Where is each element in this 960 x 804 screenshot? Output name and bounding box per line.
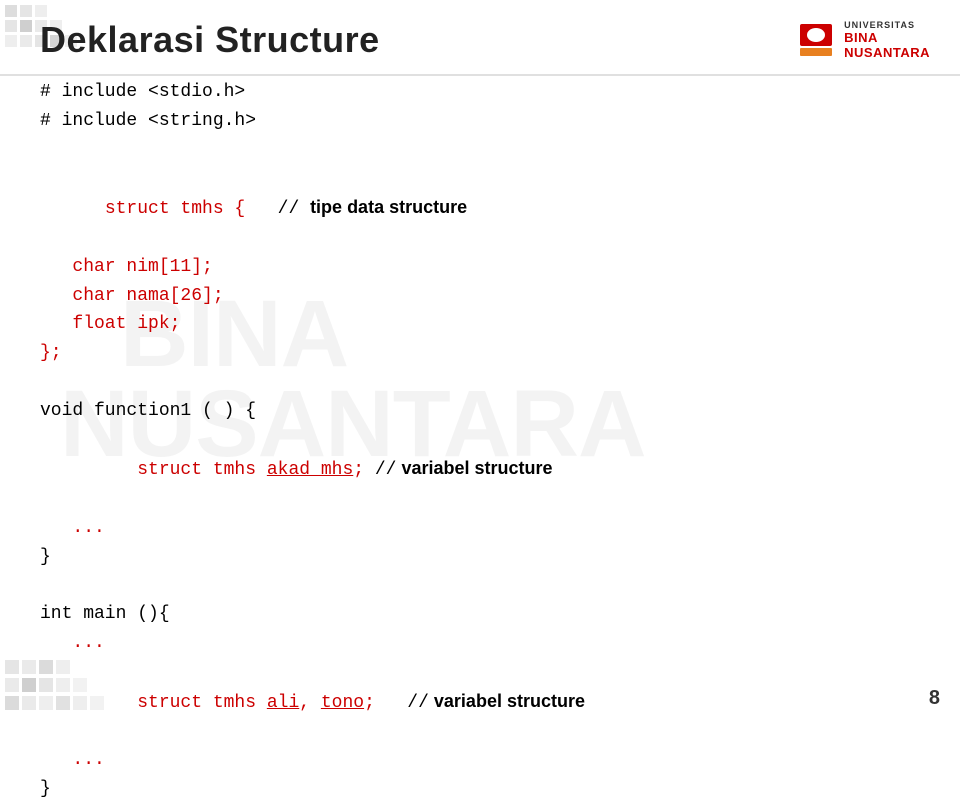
logo-universitas-label: UNIVERSITAS — [844, 20, 915, 30]
code-line-4: struct tmhs { // tipe data structure — [40, 164, 920, 252]
header: Deklarasi Structure UNIVERSITAS BINA NUS… — [0, 6, 960, 76]
code-line-17: struct tmhs ali, tono; // variabel struc… — [40, 658, 920, 746]
code-comment-slash-3: // — [375, 693, 429, 713]
code-semicolon-2: ; — [364, 693, 375, 713]
page-number: 8 — [929, 687, 940, 710]
code-line-16: ... — [40, 629, 920, 658]
code-line-12: ... — [40, 514, 920, 543]
code-tipe-data-comment: tipe data structure — [310, 197, 467, 217]
code-variabel-comment-1: variabel structure — [396, 458, 552, 478]
logo-text: UNIVERSITAS BINA NUSANTARA — [844, 20, 930, 60]
code-line-2: # include <string.h> — [40, 107, 920, 136]
code-semicolon-1: ; — [353, 460, 364, 480]
code-line-7: float ipk; — [40, 310, 920, 339]
code-line-15: int main (){ — [40, 600, 920, 629]
code-line-19: } — [40, 775, 920, 804]
code-comment-slash: // — [245, 199, 310, 219]
logo-nusantara-label: NUSANTARA — [844, 45, 930, 60]
code-block: # include <stdio.h> # include <string.h>… — [40, 78, 920, 804]
code-line-3 — [40, 136, 920, 165]
code-variabel-comment-2: variabel structure — [429, 691, 585, 711]
code-line-11: struct tmhs akad_mhs; // variabel struct… — [40, 426, 920, 514]
logo-bina-label: BINA — [844, 30, 878, 45]
code-line-6: char nama[26]; — [40, 282, 920, 311]
code-line-13: } — [40, 543, 920, 572]
code-tono: tono — [321, 693, 364, 713]
code-ali: ali — [267, 693, 299, 713]
code-line-1: # include <stdio.h> — [40, 78, 920, 107]
code-struct-tmhs-akad: struct tmhs — [105, 460, 267, 480]
logo-area: UNIVERSITAS BINA NUSANTARA — [800, 20, 930, 60]
code-line-14 — [40, 572, 920, 601]
code-struct-decl: struct tmhs { — [105, 199, 245, 219]
code-line-5: char nim[11]; — [40, 253, 920, 282]
page-title: Deklarasi Structure — [40, 19, 380, 61]
code-akad-mhs: akad_mhs — [267, 460, 353, 480]
main-content: # include <stdio.h> # include <string.h>… — [40, 78, 920, 680]
code-comment-slash-2: // — [364, 460, 396, 480]
code-line-10: void function1 ( ) { — [40, 397, 920, 426]
code-struct-tmhs-ali: struct tmhs — [105, 693, 267, 713]
code-comma: , — [299, 693, 321, 713]
code-line-9 — [40, 368, 920, 397]
code-line-18: ... — [40, 746, 920, 775]
code-line-8: }; — [40, 339, 920, 368]
